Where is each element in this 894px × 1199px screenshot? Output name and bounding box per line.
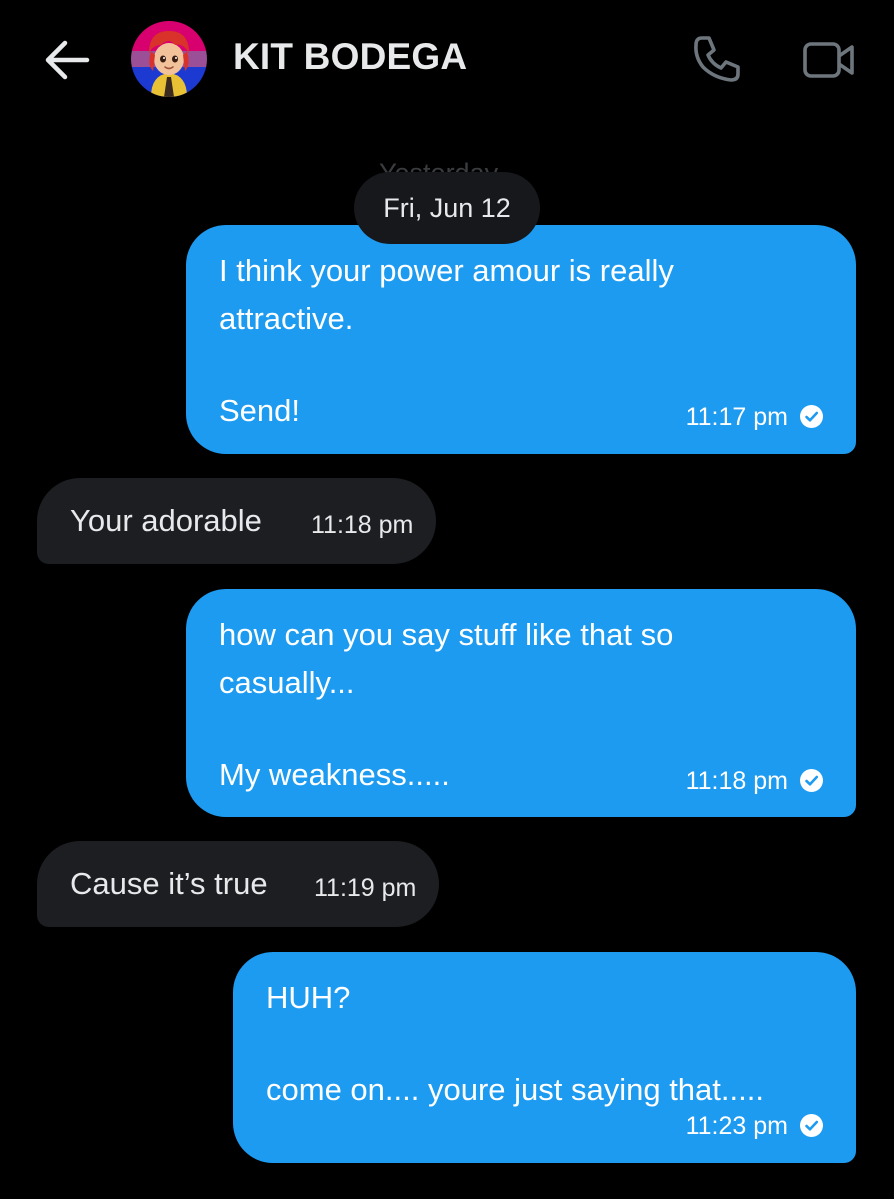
voice-call-button[interactable] — [690, 32, 744, 86]
outgoing-message[interactable]: I think your power amour is really attra… — [186, 225, 856, 454]
phone-icon — [694, 36, 740, 82]
message-timestamp: 11:18 pm — [311, 511, 414, 539]
message-text-line: My weakness..... — [219, 757, 450, 792]
message-timestamp: 11:17 pm — [685, 403, 788, 431]
video-call-button[interactable] — [800, 38, 858, 82]
read-receipt-icon — [800, 769, 823, 792]
incoming-message[interactable]: Cause it’s true 11:19 pm — [37, 841, 439, 927]
message-timestamp: 11:23 pm — [685, 1112, 788, 1140]
message-text-line: Your adorable — [70, 503, 262, 538]
message-text-line: come on.... youre just saying that..... — [266, 1072, 764, 1107]
read-receipt-icon — [800, 405, 823, 428]
message-text-line: casually... — [219, 665, 355, 700]
contact-name[interactable]: KIT BODEGA — [233, 36, 467, 78]
incoming-message[interactable]: Your adorable 11:18 pm — [37, 478, 436, 564]
message-text-line: attractive. — [219, 301, 354, 336]
video-camera-icon — [803, 42, 854, 78]
outgoing-message[interactable]: HUH? come on.... youre just saying that.… — [233, 952, 856, 1163]
contact-avatar[interactable] — [131, 21, 207, 97]
avatar-illustration — [131, 21, 207, 97]
read-receipt-icon — [800, 1114, 823, 1137]
message-text-line: Send! — [219, 393, 301, 428]
message-text-line: how can you say stuff like that so — [219, 617, 674, 652]
arrow-left-icon — [45, 40, 90, 80]
message-text-line: HUH? — [266, 980, 351, 1015]
message-text-line: Cause it’s true — [70, 866, 268, 901]
message-timestamp: 11:19 pm — [314, 874, 417, 902]
date-separator: Fri, Jun 12 — [354, 172, 540, 244]
conversation-header: KIT BODEGA — [0, 0, 894, 120]
back-button[interactable] — [40, 38, 92, 82]
message-text-line: I think your power amour is really — [219, 253, 674, 288]
outgoing-message[interactable]: how can you say stuff like that so casua… — [186, 589, 856, 817]
message-timestamp: 11:18 pm — [685, 767, 788, 795]
